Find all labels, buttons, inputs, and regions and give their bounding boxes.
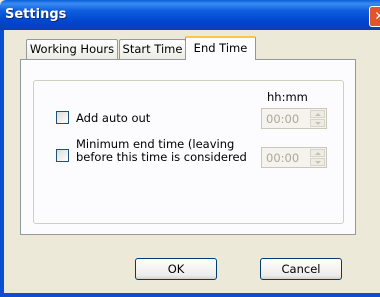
minimum-end-time-label-line1: Minimum end time (leaving [76, 137, 235, 151]
hhmm-column-header: hh:mm [267, 90, 308, 104]
tab-start-time[interactable]: Start Time [119, 39, 186, 59]
minimum-end-time-value: 00:00 [266, 151, 300, 165]
minimum-end-time-checkbox[interactable] [56, 149, 69, 162]
window-frame-bottom [0, 293, 380, 297]
title-bar[interactable]: Settings ✕ [0, 0, 380, 30]
add-auto-out-checkbox[interactable] [56, 111, 69, 124]
window-frame-left [0, 30, 4, 297]
ok-button[interactable]: OK [135, 258, 217, 280]
spin-down-icon[interactable] [310, 158, 325, 166]
settings-dialog: Settings ✕ Working Hours Start Time End … [0, 0, 380, 297]
spin-up-icon[interactable] [310, 110, 325, 118]
spin-down-icon[interactable] [310, 119, 325, 127]
auto-out-time-value: 00:00 [266, 112, 300, 126]
minimum-end-time-spinner[interactable]: 00:00 [261, 147, 327, 168]
tab-end-time[interactable]: End Time [185, 36, 256, 60]
minimum-end-time-label-line2: before this time is considered [76, 150, 247, 164]
spin-up-icon[interactable] [310, 149, 325, 157]
close-icon[interactable]: ✕ [369, 6, 380, 27]
add-auto-out-label: Add auto out [76, 111, 151, 125]
cancel-button[interactable]: Cancel [260, 258, 342, 280]
tab-working-hours[interactable]: Working Hours [26, 39, 118, 59]
auto-out-time-spinner[interactable]: 00:00 [261, 108, 327, 129]
window-title: Settings [5, 7, 67, 22]
